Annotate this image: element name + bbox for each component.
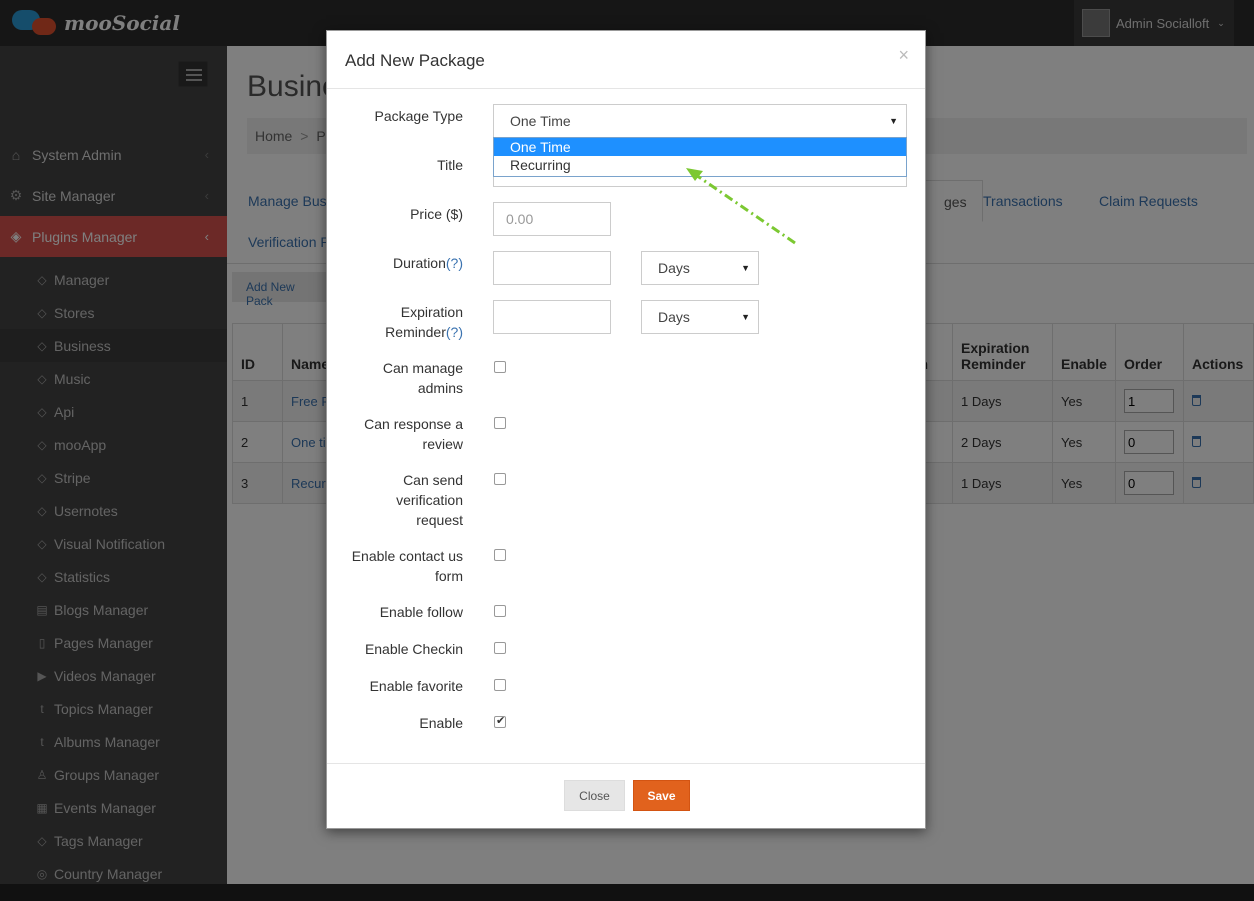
enable-checkin-checkbox[interactable] <box>494 642 506 654</box>
can-response-review-label: Can response a review <box>364 414 463 454</box>
duration-unit-select[interactable]: Days ▼ <box>641 251 759 285</box>
add-package-modal: Add New Package × Package Type One Time … <box>326 30 926 829</box>
enable-follow-checkbox[interactable] <box>494 605 506 617</box>
can-manage-admins-label: Can manage admins <box>383 358 463 398</box>
dropdown-option-recurring[interactable]: Recurring <box>494 156 906 174</box>
can-send-verification-label: Can send verification request <box>396 470 463 530</box>
close-button[interactable]: Close <box>564 780 625 811</box>
title-label: Title <box>437 157 463 173</box>
label-line: Can manage <box>382 360 463 376</box>
expiration-reminder-label-line2: Reminder <box>385 324 446 340</box>
enable-contact-form-label: Enable contact us form <box>352 546 463 586</box>
package-type-value: One Time <box>510 113 571 129</box>
caret-down-icon: ▼ <box>741 312 750 322</box>
package-type-label: Package Type <box>374 108 463 124</box>
caret-down-icon: ▼ <box>889 116 898 126</box>
duration-help-link[interactable]: (?) <box>446 255 463 271</box>
dropdown-option-one-time[interactable]: One Time <box>494 138 906 156</box>
enable-favorite-label: Enable favorite <box>369 678 463 694</box>
expiration-reminder-unit-select[interactable]: Days ▼ <box>641 300 759 334</box>
modal-header: Add New Package × <box>327 31 925 89</box>
can-manage-admins-checkbox[interactable] <box>494 361 506 373</box>
enable-follow-label: Enable follow <box>379 604 463 620</box>
enable-checkbox[interactable] <box>494 714 506 728</box>
duration-label: Duration(?) <box>393 253 463 273</box>
label-line: Can send <box>403 472 463 488</box>
price-label: Price ($) <box>410 206 463 222</box>
price-input[interactable]: 0.00 <box>493 202 611 236</box>
can-response-review-checkbox[interactable] <box>494 417 506 429</box>
label-line: review <box>422 436 463 452</box>
duration-label-text: Duration <box>392 255 446 271</box>
label-line: request <box>416 512 463 528</box>
label-line: Enable contact us <box>351 548 463 564</box>
modal-title: Add New Package <box>345 51 485 70</box>
enable-checkin-label: Enable Checkin <box>364 641 463 657</box>
enable-contact-form-checkbox[interactable] <box>494 549 506 561</box>
expiration-help-link[interactable]: (?) <box>446 324 463 340</box>
package-type-select[interactable]: One Time ▼ <box>493 104 907 138</box>
enable-label: Enable <box>419 715 463 731</box>
price-placeholder: 0.00 <box>506 211 534 227</box>
label-line: Can response a <box>364 416 463 432</box>
caret-down-icon: ▼ <box>741 263 750 273</box>
close-icon[interactable]: × <box>898 45 909 66</box>
expiration-reminder-label-line1: Expiration <box>400 304 463 320</box>
label-line: form <box>435 568 463 584</box>
expiration-reminder-input[interactable] <box>493 300 611 334</box>
expiration-reminder-label: Expiration Reminder(?) <box>385 302 463 342</box>
expiration-unit-value: Days <box>658 309 690 325</box>
label-line: admins <box>417 380 463 396</box>
package-type-dropdown-list: One Time Recurring <box>493 137 907 177</box>
enable-favorite-checkbox[interactable] <box>494 679 506 691</box>
duration-unit-value: Days <box>658 260 690 276</box>
label-line: verification <box>396 492 463 508</box>
can-send-verification-checkbox[interactable] <box>494 473 506 485</box>
save-button[interactable]: Save <box>633 780 690 811</box>
duration-input[interactable] <box>493 251 611 285</box>
modal-footer: Close Save <box>327 763 925 828</box>
